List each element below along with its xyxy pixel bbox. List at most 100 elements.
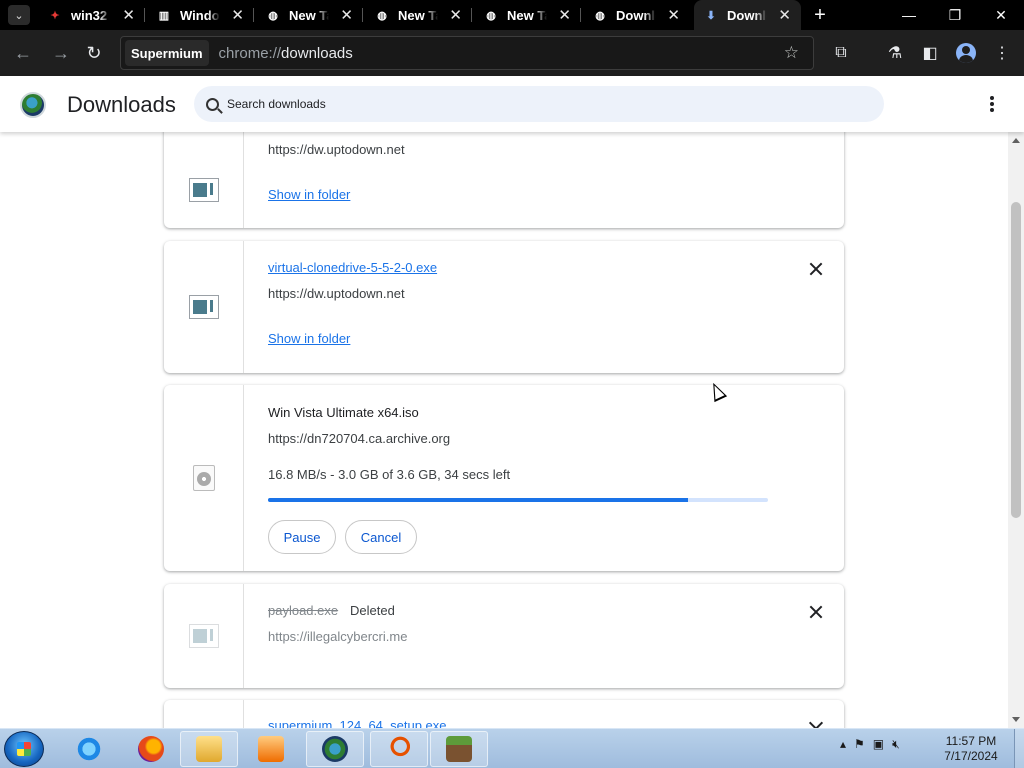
- columns-icon: ▥: [158, 9, 170, 22]
- progress-bar: [268, 498, 768, 502]
- globe-icon: ◍: [377, 9, 387, 22]
- close-icon[interactable]: ✕: [340, 6, 353, 24]
- download-item-in-progress: Win Vista Ultimate x64.iso https://dn720…: [164, 385, 844, 571]
- download-item: https://dw.uptodown.net Show in folder: [164, 132, 844, 228]
- tab[interactable]: ◍ New Tab ✕: [256, 0, 363, 30]
- side-panel-icon[interactable]: ◧: [915, 38, 945, 68]
- close-window-button[interactable]: ✕: [978, 0, 1024, 30]
- close-icon[interactable]: ✕: [667, 6, 680, 24]
- taskbar-explorer[interactable]: [180, 731, 238, 767]
- search-box[interactable]: [194, 86, 884, 122]
- remove-icon[interactable]: [807, 603, 825, 621]
- start-button[interactable]: [4, 731, 44, 767]
- tab-title: New Tab: [289, 7, 329, 23]
- tab[interactable]: ◍ New Tab ✕: [365, 0, 472, 30]
- pause-button[interactable]: Pause: [268, 520, 336, 554]
- more-actions-icon[interactable]: [982, 94, 1002, 114]
- url-scheme: chrome://: [218, 44, 282, 62]
- tab[interactable]: ▥ Windows ✕: [147, 0, 254, 30]
- profile-avatar[interactable]: [951, 38, 981, 68]
- tab-separator: [580, 8, 581, 22]
- magnifier-icon: [386, 736, 412, 762]
- bookmark-star-icon[interactable]: ☆: [784, 43, 799, 63]
- restore-button[interactable]: ❐: [932, 0, 978, 30]
- scroll-down-arrow-icon[interactable]: [1012, 717, 1020, 722]
- show-desktop-button[interactable]: [1014, 729, 1024, 768]
- exe-file-icon: [188, 295, 219, 319]
- globe-icon: ◍: [486, 9, 496, 22]
- address-bar[interactable]: Supermium chrome://downloads ☆: [120, 36, 814, 70]
- tab-separator: [362, 8, 363, 22]
- download-filename-link[interactable]: virtual-clonedrive-5-5-2-0.exe: [268, 260, 437, 275]
- show-hidden-icons-icon[interactable]: ▴: [840, 737, 846, 752]
- download-filename: payload.exe: [268, 603, 339, 618]
- new-tab-button[interactable]: +: [810, 4, 830, 26]
- minimize-button[interactable]: —: [886, 0, 932, 30]
- show-in-folder-link[interactable]: Show in folder: [268, 187, 350, 202]
- tab-title: win32: [71, 7, 108, 23]
- download-icon: ⬇: [706, 9, 716, 22]
- tab-separator: [253, 8, 254, 22]
- file-icon-cell: [164, 385, 244, 571]
- downloads-list: https://dw.uptodown.net Show in folder v…: [0, 132, 1008, 728]
- labs-flask-icon[interactable]: ⚗: [880, 38, 910, 68]
- progress-bar-fill: [268, 498, 688, 502]
- volume-muted-icon[interactable]: 🔇︎: [892, 737, 900, 752]
- tab-title: New Tab: [398, 7, 438, 23]
- download-progress-text: 16.8 MB/s - 3.0 GB of 3.6 GB, 34 secs le…: [268, 467, 511, 482]
- browser-name-chip[interactable]: Supermium: [125, 40, 209, 66]
- network-icon[interactable]: ▣: [873, 737, 884, 752]
- close-icon[interactable]: ✕: [558, 6, 571, 24]
- browser-menu-icon[interactable]: ⋮: [987, 38, 1017, 68]
- close-icon[interactable]: ✕: [231, 6, 244, 24]
- globe-icon: ◍: [595, 9, 605, 22]
- tab-separator: [144, 8, 145, 22]
- supermium-logo: [20, 92, 46, 118]
- scrollbar-thumb[interactable]: [1011, 202, 1021, 518]
- extensions-icon[interactable]: ⧉: [826, 38, 856, 68]
- clock-date: 7/17/2024: [944, 749, 998, 763]
- search-input[interactable]: [227, 97, 827, 111]
- exe-file-icon: [188, 178, 219, 202]
- taskbar-media-player[interactable]: [242, 731, 300, 767]
- scroll-up-arrow-icon[interactable]: [1012, 138, 1020, 143]
- taskbar-minecraft[interactable]: [430, 731, 488, 767]
- download-source[interactable]: https://illegalcybercri.me: [268, 629, 407, 644]
- page-scrollbar[interactable]: [1008, 132, 1024, 728]
- cancel-button[interactable]: Cancel: [345, 520, 417, 554]
- tab-search-dropdown[interactable]: ⌄: [8, 5, 30, 25]
- download-source[interactable]: https://dw.uptodown.net: [268, 142, 405, 157]
- remove-icon[interactable]: [807, 260, 825, 278]
- file-icon-cell: [164, 241, 244, 373]
- taskbar-internet-explorer[interactable]: [60, 731, 118, 767]
- url-text[interactable]: chrome://downloads: [219, 45, 353, 62]
- action-center-flag-icon[interactable]: ⚑: [854, 737, 865, 752]
- globe-icon: ◍: [268, 9, 278, 22]
- tab-title: Downloads: [727, 7, 767, 23]
- show-in-folder-link[interactable]: Show in folder: [268, 331, 350, 346]
- downloads-header: Downloads: [0, 76, 1024, 132]
- search-icon: [206, 97, 219, 111]
- download-filename-link[interactable]: supermium_124_64_setup.exe: [268, 718, 447, 728]
- tab[interactable]: ◍ New Tab ✕: [474, 0, 581, 30]
- forward-button[interactable]: →: [46, 38, 76, 68]
- taskbar-firefox[interactable]: [122, 731, 180, 767]
- download-source[interactable]: https://dn720704.ca.archive.org: [268, 431, 450, 446]
- close-icon[interactable]: ✕: [778, 6, 791, 24]
- close-icon[interactable]: ✕: [122, 6, 135, 24]
- internet-explorer-icon: [76, 736, 102, 762]
- tab-active[interactable]: ⬇ Downloads ✕: [694, 0, 801, 30]
- taskbar-supermium[interactable]: [306, 731, 364, 767]
- back-button[interactable]: ←: [8, 38, 38, 68]
- system-clock[interactable]: 11:57 PM 7/17/2024: [940, 734, 1002, 764]
- close-icon[interactable]: ✕: [449, 6, 462, 24]
- tab[interactable]: ◍ Downloads ✕: [583, 0, 690, 30]
- tab[interactable]: ✦ win32 ✕: [38, 0, 145, 30]
- reload-button[interactable]: ↻: [79, 38, 109, 68]
- exe-file-icon: [188, 624, 219, 648]
- download-source[interactable]: https://dw.uptodown.net: [268, 286, 405, 301]
- download-item-deleted: payload.exe Deleted https://illegalcyber…: [164, 584, 844, 688]
- taskbar-search-app[interactable]: [370, 731, 428, 767]
- system-tray: ▴ ⚑ ▣ 🔇︎: [840, 737, 900, 752]
- chevron-down-icon[interactable]: [808, 715, 824, 728]
